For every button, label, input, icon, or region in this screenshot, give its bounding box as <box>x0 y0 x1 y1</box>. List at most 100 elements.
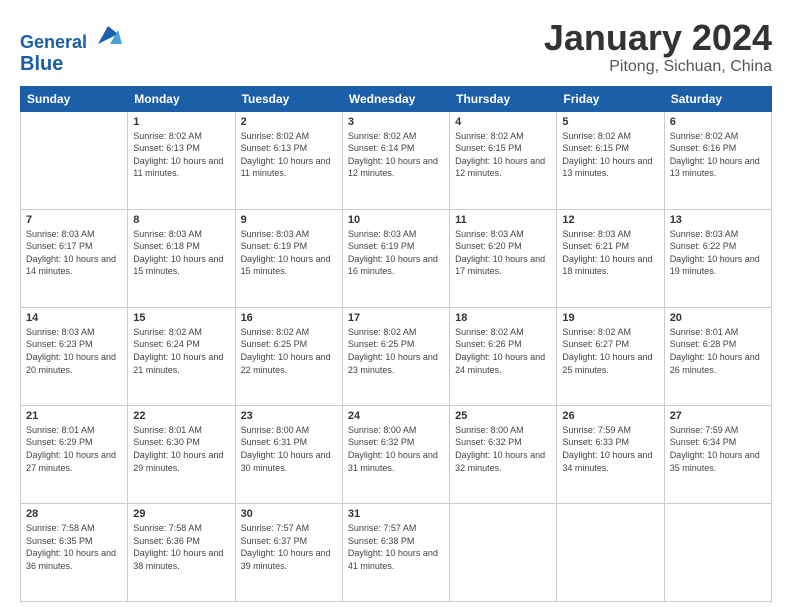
day-number: 12 <box>562 214 658 226</box>
day-info: Sunrise: 8:02 AMSunset: 6:15 PMDaylight:… <box>455 130 551 180</box>
location: Pitong, Sichuan, China <box>544 58 772 76</box>
logo: General Blue <box>20 22 122 75</box>
day-cell: 14 Sunrise: 8:03 AMSunset: 6:23 PMDayligh… <box>21 307 128 405</box>
logo-general: General <box>20 32 87 52</box>
week-row-1: 1 Sunrise: 8:02 AMSunset: 6:13 PMDaylight… <box>21 111 772 209</box>
day-info: Sunrise: 8:02 AMSunset: 6:13 PMDaylight:… <box>133 130 229 180</box>
day-cell: 11Sunrise: 8:03 AMSunset: 6:20 PMDayligh… <box>450 209 557 307</box>
day-number: 16 <box>241 312 337 324</box>
day-info: Sunrise: 8:03 AMSunset: 6:19 PMDaylight:… <box>241 228 337 278</box>
day-number: 31 <box>348 508 444 520</box>
day-info: Sunrise: 8:01 AMSunset: 6:29 PMDaylight:… <box>26 424 122 474</box>
day-number: 4 <box>455 116 551 128</box>
day-number: 28 <box>26 508 122 520</box>
day-cell: 29 Sunrise: 7:58 AMSunset: 6:36 PMDayligh… <box>128 503 235 601</box>
day-cell: 30 Sunrise: 7:57 AMSunset: 6:37 PMDayligh… <box>235 503 342 601</box>
day-cell: 21 Sunrise: 8:01 AMSunset: 6:29 PMDayligh… <box>21 405 128 503</box>
day-number: 24 <box>348 410 444 422</box>
col-header-saturday: Saturday <box>664 86 771 111</box>
day-info: Sunrise: 8:00 AMSunset: 6:32 PMDaylight:… <box>455 424 551 474</box>
day-number: 11 <box>455 214 551 226</box>
day-number: 25 <box>455 410 551 422</box>
day-number: 14 <box>26 312 122 324</box>
day-info: Sunrise: 8:00 AMSunset: 6:31 PMDaylight:… <box>241 424 337 474</box>
day-info: Sunrise: 8:02 AMSunset: 6:15 PMDaylight:… <box>562 130 658 180</box>
col-header-friday: Friday <box>557 86 664 111</box>
day-number: 29 <box>133 508 229 520</box>
day-info: Sunrise: 7:59 AMSunset: 6:33 PMDaylight:… <box>562 424 658 474</box>
day-cell <box>450 503 557 601</box>
day-info: Sunrise: 8:02 AMSunset: 6:16 PMDaylight:… <box>670 130 766 180</box>
day-info: Sunrise: 8:02 AMSunset: 6:26 PMDaylight:… <box>455 326 551 376</box>
day-cell: 20 Sunrise: 8:01 AMSunset: 6:28 PMDayligh… <box>664 307 771 405</box>
col-header-sunday: Sunday <box>21 86 128 111</box>
day-number: 8 <box>133 214 229 226</box>
week-row-2: 7 Sunrise: 8:03 AMSunset: 6:17 PMDaylight… <box>21 209 772 307</box>
day-number: 20 <box>670 312 766 324</box>
day-info: Sunrise: 8:01 AMSunset: 6:30 PMDaylight:… <box>133 424 229 474</box>
page: General Blue January 2024 Pitong, Sichua… <box>0 0 792 612</box>
day-cell: 31 Sunrise: 7:57 AMSunset: 6:38 PMDayligh… <box>342 503 449 601</box>
month-title: January 2024 <box>544 18 772 58</box>
day-cell: 9 Sunrise: 8:03 AMSunset: 6:19 PMDaylight… <box>235 209 342 307</box>
day-cell: 22Sunrise: 8:01 AMSunset: 6:30 PMDayligh… <box>128 405 235 503</box>
day-number: 13 <box>670 214 766 226</box>
day-number: 15 <box>133 312 229 324</box>
day-number: 9 <box>241 214 337 226</box>
day-cell: 4 Sunrise: 8:02 AMSunset: 6:15 PMDaylight… <box>450 111 557 209</box>
day-info: Sunrise: 7:58 AMSunset: 6:36 PMDaylight:… <box>133 522 229 572</box>
day-info: Sunrise: 8:03 AMSunset: 6:18 PMDaylight:… <box>133 228 229 278</box>
day-info: Sunrise: 7:58 AMSunset: 6:35 PMDaylight:… <box>26 522 122 572</box>
logo-icon <box>94 20 122 48</box>
day-number: 21 <box>26 410 122 422</box>
week-row-5: 28 Sunrise: 7:58 AMSunset: 6:35 PMDayligh… <box>21 503 772 601</box>
day-number: 6 <box>670 116 766 128</box>
day-info: Sunrise: 8:02 AMSunset: 6:13 PMDaylight:… <box>241 130 337 180</box>
day-number: 30 <box>241 508 337 520</box>
day-number: 26 <box>562 410 658 422</box>
day-cell: 16 Sunrise: 8:02 AMSunset: 6:25 PMDayligh… <box>235 307 342 405</box>
day-info: Sunrise: 8:02 AMSunset: 6:25 PMDaylight:… <box>241 326 337 376</box>
calendar-table: SundayMondayTuesdayWednesdayThursdayFrid… <box>20 86 772 602</box>
day-info: Sunrise: 7:57 AMSunset: 6:37 PMDaylight:… <box>241 522 337 572</box>
title-block: January 2024 Pitong, Sichuan, China <box>544 18 772 76</box>
day-cell: 12Sunrise: 8:03 AMSunset: 6:21 PMDayligh… <box>557 209 664 307</box>
col-header-tuesday: Tuesday <box>235 86 342 111</box>
day-info: Sunrise: 7:57 AMSunset: 6:38 PMDaylight:… <box>348 522 444 572</box>
header: General Blue January 2024 Pitong, Sichua… <box>20 18 772 76</box>
day-info: Sunrise: 8:01 AMSunset: 6:28 PMDaylight:… <box>670 326 766 376</box>
day-cell: 25 Sunrise: 8:00 AMSunset: 6:32 PMDayligh… <box>450 405 557 503</box>
day-cell: 10Sunrise: 8:03 AMSunset: 6:19 PMDayligh… <box>342 209 449 307</box>
day-number: 23 <box>241 410 337 422</box>
day-cell: 7 Sunrise: 8:03 AMSunset: 6:17 PMDaylight… <box>21 209 128 307</box>
day-cell: 19 Sunrise: 8:02 AMSunset: 6:27 PMDayligh… <box>557 307 664 405</box>
day-info: Sunrise: 8:03 AMSunset: 6:19 PMDaylight:… <box>348 228 444 278</box>
day-cell: 17 Sunrise: 8:02 AMSunset: 6:25 PMDayligh… <box>342 307 449 405</box>
day-cell: 13 Sunrise: 8:03 AMSunset: 6:22 PMDayligh… <box>664 209 771 307</box>
day-info: Sunrise: 7:59 AMSunset: 6:34 PMDaylight:… <box>670 424 766 474</box>
day-cell: 26 Sunrise: 7:59 AMSunset: 6:33 PMDayligh… <box>557 405 664 503</box>
day-cell: 6 Sunrise: 8:02 AMSunset: 6:16 PMDaylight… <box>664 111 771 209</box>
day-cell: 24Sunrise: 8:00 AMSunset: 6:32 PMDayligh… <box>342 405 449 503</box>
day-number: 19 <box>562 312 658 324</box>
day-number: 17 <box>348 312 444 324</box>
day-number: 7 <box>26 214 122 226</box>
day-cell: 8 Sunrise: 8:03 AMSunset: 6:18 PMDaylight… <box>128 209 235 307</box>
day-cell: 2Sunrise: 8:02 AMSunset: 6:13 PMDaylight… <box>235 111 342 209</box>
day-info: Sunrise: 8:02 AMSunset: 6:27 PMDaylight:… <box>562 326 658 376</box>
day-number: 1 <box>133 116 229 128</box>
day-cell <box>664 503 771 601</box>
day-cell: 5 Sunrise: 8:02 AMSunset: 6:15 PMDaylight… <box>557 111 664 209</box>
day-info: Sunrise: 8:02 AMSunset: 6:14 PMDaylight:… <box>348 130 444 180</box>
day-info: Sunrise: 8:03 AMSunset: 6:22 PMDaylight:… <box>670 228 766 278</box>
logo-blue: Blue <box>20 53 122 75</box>
day-number: 5 <box>562 116 658 128</box>
day-cell <box>557 503 664 601</box>
week-row-3: 14 Sunrise: 8:03 AMSunset: 6:23 PMDayligh… <box>21 307 772 405</box>
day-info: Sunrise: 8:02 AMSunset: 6:25 PMDaylight:… <box>348 326 444 376</box>
day-info: Sunrise: 8:03 AMSunset: 6:17 PMDaylight:… <box>26 228 122 278</box>
week-row-4: 21 Sunrise: 8:01 AMSunset: 6:29 PMDayligh… <box>21 405 772 503</box>
day-cell: 3Sunrise: 8:02 AMSunset: 6:14 PMDaylight… <box>342 111 449 209</box>
day-cell <box>21 111 128 209</box>
day-info: Sunrise: 8:03 AMSunset: 6:23 PMDaylight:… <box>26 326 122 376</box>
